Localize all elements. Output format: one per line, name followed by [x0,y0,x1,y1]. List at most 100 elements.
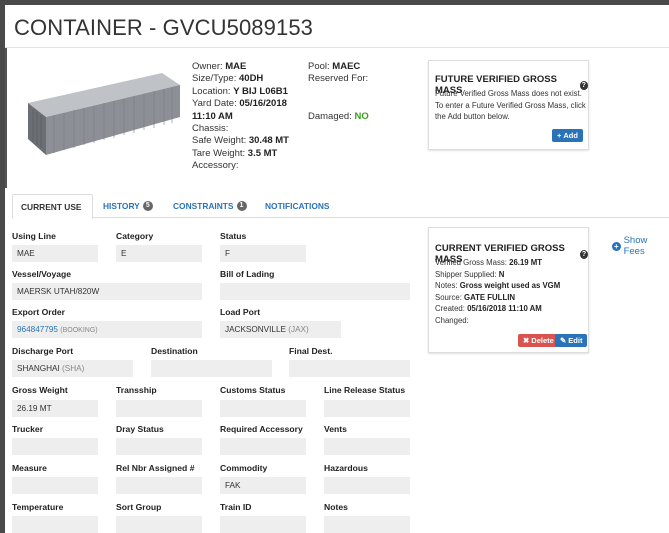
discharge-port-label: Discharge Port [12,346,74,356]
current-vgm-panel: CURRENT VERIFIED GROSS MASS ? Verified G… [428,227,589,353]
discharge-port-field[interactable]: SHANGHAI (SHA) [12,360,133,377]
commodity-label: Commodity [220,463,268,473]
vessel-voyage-field[interactable]: MAERSK UTAH/820W [12,283,202,300]
pool-row: Pool: MAEC [308,61,361,72]
gross-weight-field[interactable]: 26.19 MT [12,400,98,417]
status-label: Status [220,231,247,241]
pool-value: MAEC [332,61,361,72]
line-release-field[interactable] [324,400,410,417]
required-accessory-label: Required Accessory [220,424,303,434]
add-vgm-button[interactable]: + Add [552,129,583,142]
dray-status-field[interactable] [116,438,202,455]
page-title: CONTAINER - GVCU5089153 [14,15,313,40]
tab-history[interactable]: HISTORY 5 [95,194,161,218]
vgm-notes-value: Gross weight used as VGM [459,281,561,290]
yard-time-row: 11:10 AM [192,111,289,123]
plus-circle-icon: + [612,241,621,251]
left-strip [5,48,7,188]
vgm-created-value: 05/16/2018 11:10 AM [467,304,542,313]
location-value: Y BIJ L06B1 [233,85,288,97]
owner-row: Owner: MAE [192,61,247,72]
commodity-field[interactable]: FAK [220,477,306,494]
shipper-supplied-value: N [498,269,505,279]
vgm-value: 26.19 MT [509,258,543,267]
sort-group-label: Sort Group [116,502,162,512]
transship-label: Transship [116,385,157,395]
hazardous-label: Hazardous [324,463,368,473]
required-accessory-field[interactable] [220,438,306,455]
tab-constraints[interactable]: CONSTRAINTS 1 [165,194,255,218]
size-type-row: Size/Type: 40DH [192,73,264,85]
future-vgm-message: Future Verified Gross Mass does not exis… [435,89,586,121]
train-id-field[interactable] [220,516,306,533]
edit-vgm-button[interactable]: ✎ Edit [555,334,588,347]
load-port-field[interactable]: JACKSONVILLE (JAX) [220,321,341,338]
customs-status-field[interactable] [220,400,306,417]
tab-current-use[interactable]: CURRENT USE [12,194,93,219]
status-field[interactable]: F [220,245,306,262]
line-release-label: Line Release Status [324,385,406,395]
export-order-type: (BOOKING) [60,327,98,334]
trucker-label: Trucker [12,424,44,434]
notes-label: Notes [324,502,348,512]
container-image [28,73,180,155]
safe-weight-row: Safe Weight: 30.48 MT [192,135,289,147]
temperature-field[interactable] [12,516,98,533]
plus-icon: + [557,131,562,140]
rel-nbr-label: Rel Nbr Assigned # [116,463,195,473]
vgm-source-value: GATE FULLIN [464,292,516,302]
rel-nbr-field[interactable] [116,477,202,494]
bill-of-lading-field[interactable] [220,283,410,300]
final-dest-field[interactable] [289,360,410,377]
vessel-voyage-label: Vessel/Voyage [12,269,72,279]
export-order-field[interactable]: 964847795 (BOOKING) [12,321,202,338]
location-row: Location: Y BIJ L06B1 [192,85,288,97]
reserved-row: Reserved For: [308,73,369,85]
accessory-row: Accessory: [192,160,239,172]
container-detail-page: CONTAINER - GVCU5089153 Owner: MAE Size/… [5,5,669,533]
delete-vgm-button[interactable]: ✖ Delete [518,334,559,347]
bill-of-lading-label: Bill of Lading [220,269,275,279]
transship-field[interactable] [116,400,202,417]
category-field[interactable]: E [116,245,202,262]
container-tabs: CURRENT USE HISTORY 5 CONSTRAINTS 1 NOTI… [12,194,669,219]
yard-time-value: 11:10 AM [192,110,233,122]
gross-weight-label: Gross Weight [12,385,68,395]
final-dest-label: Final Dest. [289,346,333,356]
measure-field[interactable] [12,477,98,494]
train-id-label: Train ID [220,502,252,512]
safe-weight-value: 30.48 MT [248,135,289,147]
container-details: Owner: MAE Size/Type: 40DH Location: Y B… [192,61,289,173]
chassis-row: Chassis: [192,123,229,135]
measure-label: Measure [12,463,47,473]
show-fees-link[interactable]: + Show Fees [612,235,669,257]
history-count-badge: 5 [142,201,153,211]
hazardous-field[interactable] [324,477,410,494]
yard-date-value: 05/16/2018 [239,98,287,110]
yard-date-row: Yard Date: 05/16/2018 [192,98,287,110]
dray-status-label: Dray Status [116,424,164,434]
damaged-value: NO [354,110,369,122]
export-order-link[interactable]: 964847795 [17,325,58,334]
constraints-count-badge: 1 [236,201,247,211]
vents-label: Vents [324,424,347,434]
vgm-changed-row: Changed: [435,315,469,325]
sort-group-field[interactable] [116,516,202,533]
using-line-field[interactable]: MAE [12,245,98,262]
destination-field[interactable] [151,360,272,377]
size-type-value: 40DH [239,73,264,85]
export-order-label: Export Order [12,307,66,317]
using-line-label: Using Line [12,231,56,241]
future-vgm-panel: FUTURE VERIFIED GROSS MASS ? Future Veri… [428,60,589,150]
tare-weight-row: Tare Weight: 3.5 MT [192,147,278,159]
current-vgm-details: Verified Gross Mass: 26.19 MT Shipper Su… [435,257,587,326]
destination-label: Destination [151,346,198,356]
vents-field[interactable] [324,438,410,455]
tab-notifications[interactable]: NOTIFICATIONS [257,194,338,218]
pencil-icon: ✎ [560,336,567,345]
notes-field[interactable] [324,516,410,533]
category-label: Category [116,231,154,241]
close-icon: ✖ [523,336,530,345]
container-details-2: Pool: MAEC Reserved For: Damaged: NO [308,61,369,123]
trucker-field[interactable] [12,438,98,455]
